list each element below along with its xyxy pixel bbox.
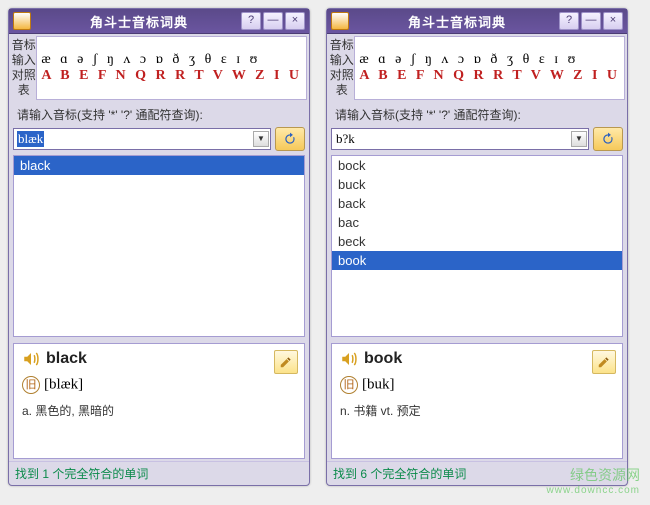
search-button[interactable] — [275, 127, 305, 151]
toolbar-label: 音标输入对照表 — [11, 36, 36, 100]
search-input[interactable]: blæk — [17, 131, 44, 147]
toolbar-label: 音标输入对照表 — [329, 36, 354, 100]
status-bar: 找到 1 个完全符合的单词 — [9, 461, 309, 485]
dict-badge: 旧 — [22, 376, 40, 394]
pronunciation: [buk] — [362, 376, 395, 392]
ipa-toolbar: 音标输入对照表æ ɑ ə ʃ ŋ ʌ ɔ ɒ ð ʒ θ ɛ ɪ ʊA B E … — [9, 34, 309, 100]
search-input[interactable] — [331, 128, 589, 150]
minimize-button[interactable]: — — [581, 12, 601, 30]
ipa-toolbar: 音标输入对照表æ ɑ ə ʃ ŋ ʌ ɔ ɒ ð ʒ θ ɛ ɪ ʊA B E … — [327, 34, 627, 100]
help-button[interactable]: ? — [559, 12, 579, 30]
edit-button[interactable] — [592, 350, 616, 374]
speaker-icon[interactable] — [340, 350, 358, 368]
chevron-down-icon[interactable]: ▼ — [253, 131, 269, 147]
search-button[interactable] — [593, 127, 623, 151]
results-list[interactable]: black — [13, 155, 305, 337]
app-window: 角斗士音标词典?—×音标输入对照表æ ɑ ə ʃ ŋ ʌ ɔ ɒ ð ʒ θ ɛ… — [326, 8, 628, 486]
list-item[interactable]: beck — [332, 232, 622, 251]
titlebar[interactable]: 角斗士音标词典?—× — [9, 9, 309, 34]
search-prompt: 请输入音标(支持 '*' '?' 通配符查询): — [9, 100, 309, 125]
list-item[interactable]: buck — [332, 175, 622, 194]
search-prompt: 请输入音标(支持 '*' '?' 通配符查询): — [327, 100, 627, 125]
list-item[interactable]: book — [332, 251, 622, 270]
detail-panel: black 旧[blæk] a. 黑色的, 黑暗的 — [13, 343, 305, 459]
speaker-icon[interactable] — [22, 350, 40, 368]
app-icon — [331, 12, 349, 30]
list-item[interactable]: black — [14, 156, 304, 175]
list-item[interactable]: back — [332, 194, 622, 213]
search-combobox[interactable]: ▼ — [331, 128, 589, 150]
app-window: 角斗士音标词典?—×音标输入对照表æ ɑ ə ʃ ŋ ʌ ɔ ɒ ð ʒ θ ɛ… — [8, 8, 310, 486]
ipa-map-row[interactable]: A B E F N Q R R T V W Z I U — [41, 68, 302, 84]
list-item[interactable]: bock — [332, 156, 622, 175]
window-title: 角斗士音标词典 — [357, 12, 557, 31]
status-bar: 找到 6 个完全符合的单词 — [327, 461, 627, 485]
definition: a. 黑色的, 黑暗的 — [22, 402, 296, 419]
minimize-button[interactable]: — — [263, 12, 283, 30]
ipa-symbol-grid[interactable]: æ ɑ ə ʃ ŋ ʌ ɔ ɒ ð ʒ θ ɛ ɪ ʊA B E F N Q R… — [354, 36, 625, 100]
detail-word: book — [364, 350, 402, 368]
pronunciation: [blæk] — [44, 376, 83, 392]
chevron-down-icon[interactable]: ▼ — [571, 131, 587, 147]
results-list[interactable]: bockbuckbackbacbeckbook — [331, 155, 623, 337]
ipa-row[interactable]: æ ɑ ə ʃ ŋ ʌ ɔ ɒ ð ʒ θ ɛ ɪ ʊ — [359, 52, 620, 68]
search-combobox[interactable]: blæk ▼ — [13, 128, 271, 150]
ipa-map-row[interactable]: A B E F N Q R R T V W Z I U — [359, 68, 620, 84]
dict-badge: 旧 — [340, 376, 358, 394]
search-row: blæk ▼ — [9, 125, 309, 155]
definition: n. 书籍 vt. 预定 — [340, 402, 614, 419]
close-button[interactable]: × — [603, 12, 623, 30]
close-button[interactable]: × — [285, 12, 305, 30]
detail-panel: book 旧[buk] n. 书籍 vt. 预定 — [331, 343, 623, 459]
app-icon — [13, 12, 31, 30]
search-row: ▼ — [327, 125, 627, 155]
detail-word: black — [46, 350, 87, 368]
help-button[interactable]: ? — [241, 12, 261, 30]
list-item[interactable]: bac — [332, 213, 622, 232]
ipa-symbol-grid[interactable]: æ ɑ ə ʃ ŋ ʌ ɔ ɒ ð ʒ θ ɛ ɪ ʊA B E F N Q R… — [36, 36, 307, 100]
titlebar[interactable]: 角斗士音标词典?—× — [327, 9, 627, 34]
edit-button[interactable] — [274, 350, 298, 374]
window-title: 角斗士音标词典 — [39, 12, 239, 31]
ipa-row[interactable]: æ ɑ ə ʃ ŋ ʌ ɔ ɒ ð ʒ θ ɛ ɪ ʊ — [41, 52, 302, 68]
